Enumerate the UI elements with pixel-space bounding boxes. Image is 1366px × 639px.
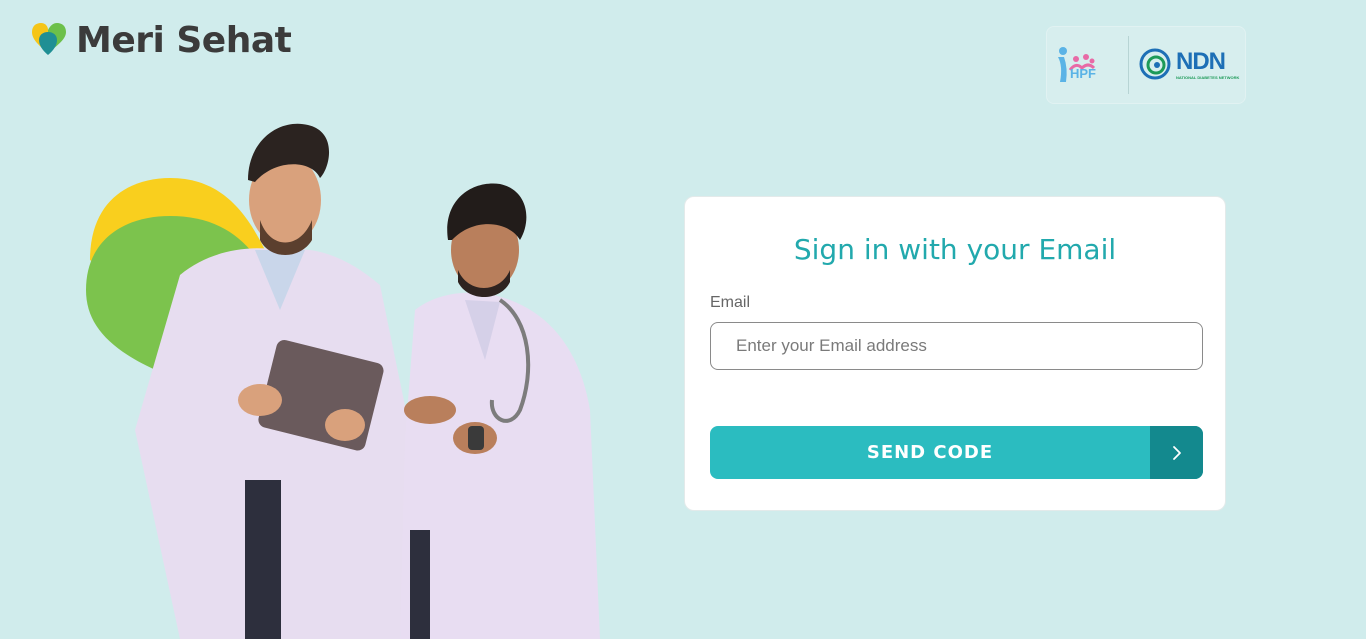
ndn-logo: NDN NATIONAL DIABETES NETWORK: [1129, 26, 1246, 104]
ndn-subtitle: NATIONAL DIABETES NETWORK: [1176, 75, 1240, 80]
email-label: Email: [710, 294, 751, 311]
brand-logo[interactable]: Meri Sehat: [32, 18, 292, 62]
send-code-arrow[interactable]: [1150, 426, 1203, 479]
hpf-figures-icon: [1058, 47, 1096, 82]
partner-logos: HPF NDN NATIONAL DIABETES NETWORK: [1046, 26, 1246, 104]
hpf-label: HPF: [1070, 66, 1096, 81]
hpf-logo: HPF: [1046, 26, 1128, 104]
chevron-right-icon: [1172, 445, 1181, 460]
send-code-label: SEND CODE: [866, 442, 994, 463]
send-code-button[interactable]: SEND CODE: [710, 426, 1203, 479]
doctors-illustration: [86, 123, 600, 639]
signin-title: Sign in with your Email: [793, 233, 1117, 266]
brand-name: Meri Sehat: [76, 19, 292, 61]
signin-card: Sign in with your Email Email SEND CODE: [684, 196, 1226, 511]
email-input[interactable]: [710, 322, 1203, 370]
heart-logo-icon: [32, 23, 66, 55]
ndn-label: NDN: [1176, 48, 1226, 75]
